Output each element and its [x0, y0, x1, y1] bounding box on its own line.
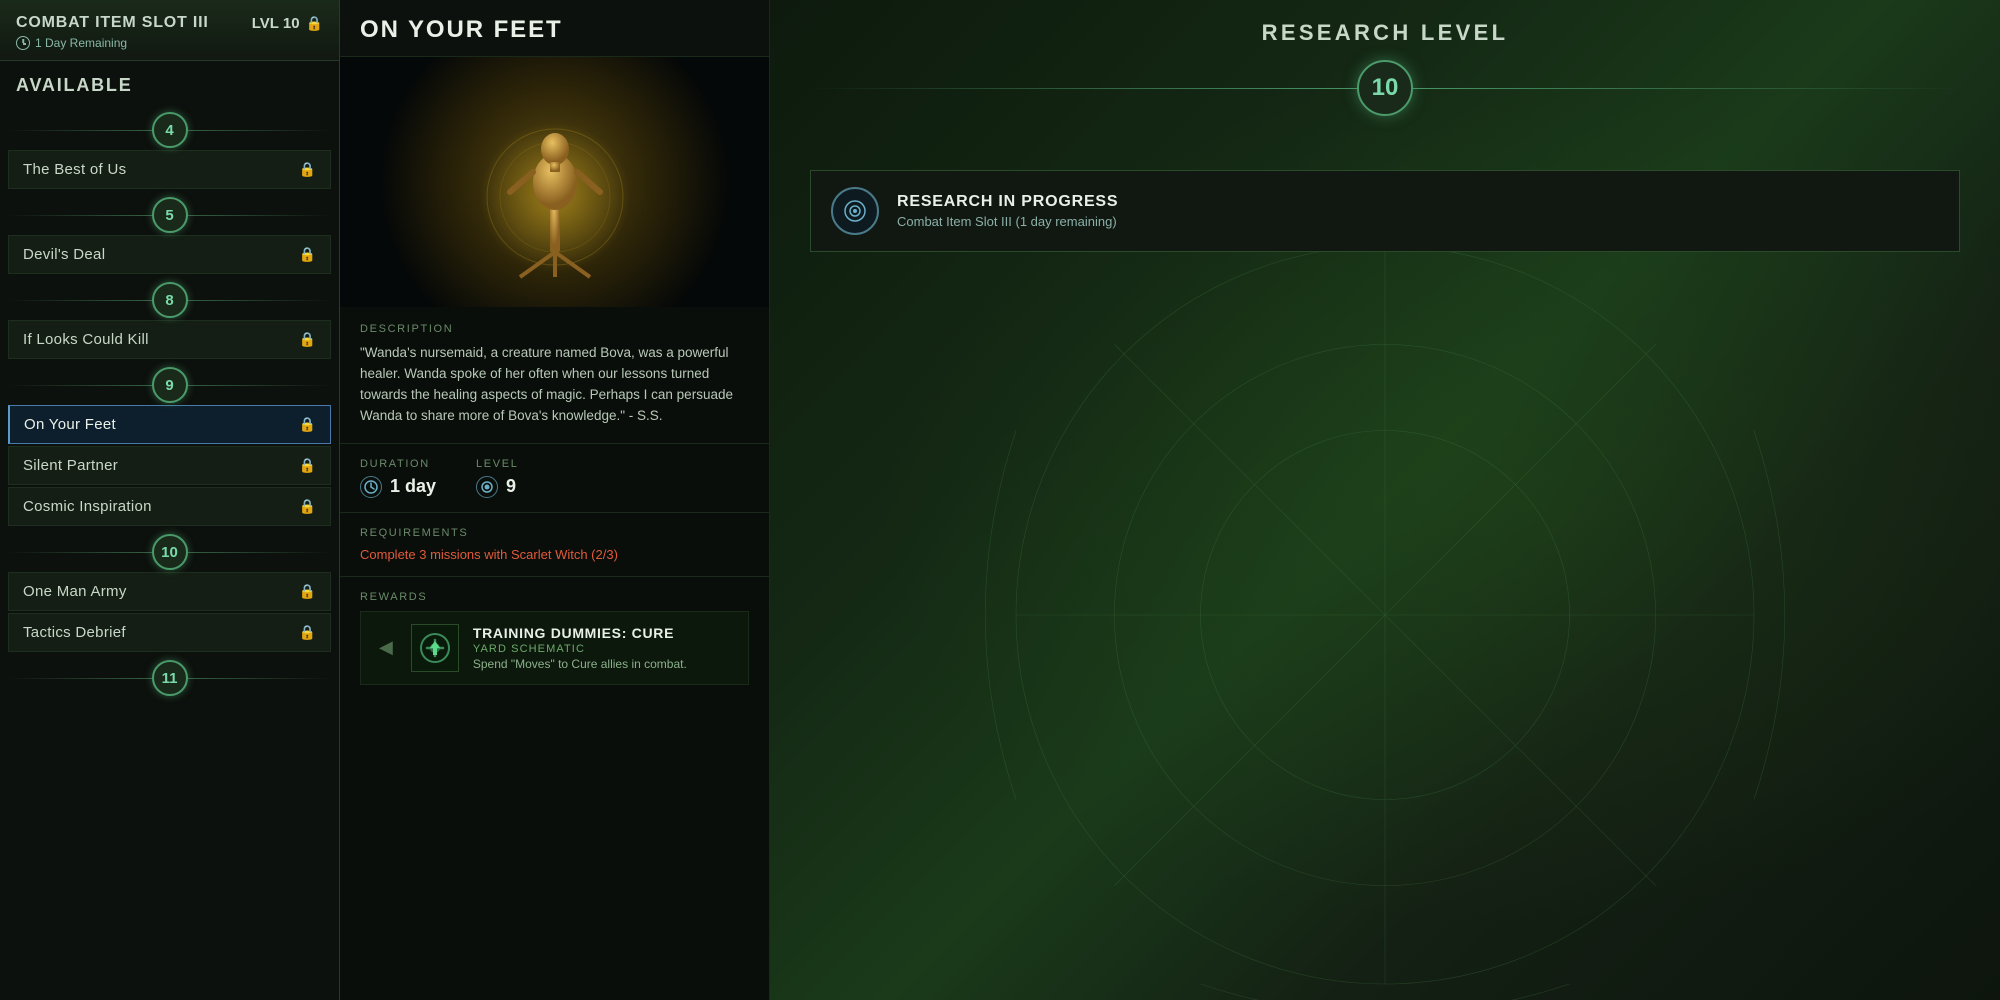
level-stat-icon: [476, 476, 498, 498]
clock-icon: [16, 36, 30, 50]
level-value: 9: [506, 476, 516, 497]
research-in-progress-title: RESEARCH IN PROGRESS: [897, 193, 1118, 211]
lock-icon: 🔒: [299, 583, 316, 600]
reward-desc: Spend "Moves" to Cure allies in combat.: [473, 657, 687, 671]
training-dummy-svg: [475, 77, 635, 287]
description-text: "Wanda's nursemaid, a creature named Bov…: [360, 343, 749, 427]
missions-list: 4 The Best of Us 🔒 5 Devil's Deal 🔒 8 If…: [0, 104, 339, 1000]
mission-title-text: ON YOUR FEET: [360, 16, 749, 44]
mission-name: The Best of Us: [23, 161, 126, 178]
level-badge-5: 5: [152, 197, 188, 233]
research-in-progress-info: RESEARCH IN PROGRESS Combat Item Slot II…: [897, 193, 1118, 229]
combat-slot-header: Combat Item Slot III LVL 10 🔒 1 Day Rema…: [0, 0, 339, 61]
requirements-section: REQUIREMENTS Complete 3 missions with Sc…: [340, 513, 769, 577]
level-badge-9: 9: [152, 367, 188, 403]
level-badge-row-10: 10: [8, 534, 331, 570]
research-level-badge: 10: [1357, 60, 1413, 116]
research-in-progress-sub: Combat Item Slot III (1 day remaining): [897, 214, 1118, 229]
mission-name: Silent Partner: [23, 457, 118, 474]
reward-nav-left[interactable]: ◀: [375, 637, 397, 658]
level-badge-11: 11: [152, 660, 188, 696]
mission-item-cosmic-inspiration[interactable]: Cosmic Inspiration 🔒: [8, 487, 331, 526]
lock-icon: 🔒: [299, 624, 316, 641]
research-header: RESEARCH LEVEL 10: [770, 0, 2000, 150]
level-badge-row-11: 11: [8, 660, 331, 696]
mission-item-on-your-feet[interactable]: On Your Feet 🔒: [8, 405, 331, 444]
available-label: AVAILABLE: [0, 61, 339, 104]
rewards-label: REWARDS: [360, 591, 749, 603]
research-icon: [831, 187, 879, 235]
lock-icon: 🔒: [299, 457, 316, 474]
level-badge-4: 4: [152, 112, 188, 148]
lock-icon: 🔒: [299, 331, 316, 348]
description-section: DESCRIPTION "Wanda's nursemaid, a creatu…: [340, 307, 769, 444]
level-badge-row-5: 5: [8, 197, 331, 233]
description-label: DESCRIPTION: [360, 323, 749, 335]
lock-icon: 🔒: [299, 161, 316, 178]
level-stat: LEVEL 9: [476, 458, 519, 498]
nav-left-arrow[interactable]: ◀: [375, 637, 397, 658]
mission-item-one-man-army[interactable]: One Man Army 🔒: [8, 572, 331, 611]
level-badge-row-9: 9: [8, 367, 331, 403]
mission-name: One Man Army: [23, 583, 127, 600]
mission-item-tactics-debrief[interactable]: Tactics Debrief 🔒: [8, 613, 331, 652]
research-level-label: RESEARCH LEVEL: [810, 20, 1960, 46]
reward-icon-box: [411, 624, 459, 672]
right-panel-bg: [770, 0, 2000, 1000]
rewards-section: REWARDS ◀ TRAINING DUMMIES: CURE YARD SC…: [340, 577, 769, 699]
level-badge-row-4: 4: [8, 112, 331, 148]
reward-info: TRAINING DUMMIES: CURE YARD SCHEMATIC Sp…: [473, 625, 687, 671]
mission-name: Tactics Debrief: [23, 624, 126, 641]
reward-item: ◀ TRAINING DUMMIES: CURE YARD SCHEMATIC …: [360, 611, 749, 685]
mission-item-if-looks-could-kill[interactable]: If Looks Could Kill 🔒: [8, 320, 331, 359]
level-badge-10: 10: [152, 534, 188, 570]
time-remaining: 1 Day Remaining: [16, 36, 323, 50]
requirements-label: REQUIREMENTS: [360, 527, 749, 539]
mission-item-silent-partner[interactable]: Silent Partner 🔒: [8, 446, 331, 485]
research-level-number-container: 10: [810, 60, 1960, 116]
mission-name: Devil's Deal: [23, 246, 105, 263]
duration-stat: DURATION 1 day: [360, 458, 436, 498]
right-panel-decoration: [770, 0, 2000, 1000]
research-in-progress-card: RESEARCH IN PROGRESS Combat Item Slot II…: [810, 170, 1960, 252]
combat-slot-level: LVL 10 🔒: [252, 15, 323, 32]
requirements-text: Complete 3 missions with Scarlet Witch (…: [360, 547, 749, 562]
reward-type: YARD SCHEMATIC: [473, 643, 687, 655]
mission-item-the-best-of-us[interactable]: The Best of Us 🔒: [8, 150, 331, 189]
combat-slot-name: Combat Item Slot III: [16, 14, 209, 32]
lock-icon: 🔒: [299, 246, 316, 263]
center-panel: ON YOUR FEET: [340, 0, 770, 1000]
duration-label: DURATION: [360, 458, 430, 470]
stats-row: DURATION 1 day LEVEL: [340, 444, 769, 513]
mission-name: Cosmic Inspiration: [23, 498, 152, 515]
level-badge-row-8: 8: [8, 282, 331, 318]
duration-value: 1 day: [390, 476, 436, 497]
lock-icon: 🔒: [306, 15, 323, 32]
clock-stat-icon: [360, 476, 382, 498]
mission-item-devils-deal[interactable]: Devil's Deal 🔒: [8, 235, 331, 274]
right-panel: RESEARCH LEVEL 10 RESEARCH IN PROGRESS C…: [770, 0, 2000, 1000]
lock-icon: 🔒: [299, 416, 316, 433]
mission-image-container: [340, 57, 769, 307]
reward-name: TRAINING DUMMIES: CURE: [473, 625, 687, 641]
mission-title-bar: ON YOUR FEET: [340, 0, 769, 57]
mission-name: If Looks Could Kill: [23, 331, 149, 348]
mission-name: On Your Feet: [24, 416, 116, 433]
level-badge-8: 8: [152, 282, 188, 318]
level-label: LEVEL: [476, 458, 519, 470]
lock-icon: 🔒: [299, 498, 316, 515]
left-panel: Combat Item Slot III LVL 10 🔒 1 Day Rema…: [0, 0, 340, 1000]
